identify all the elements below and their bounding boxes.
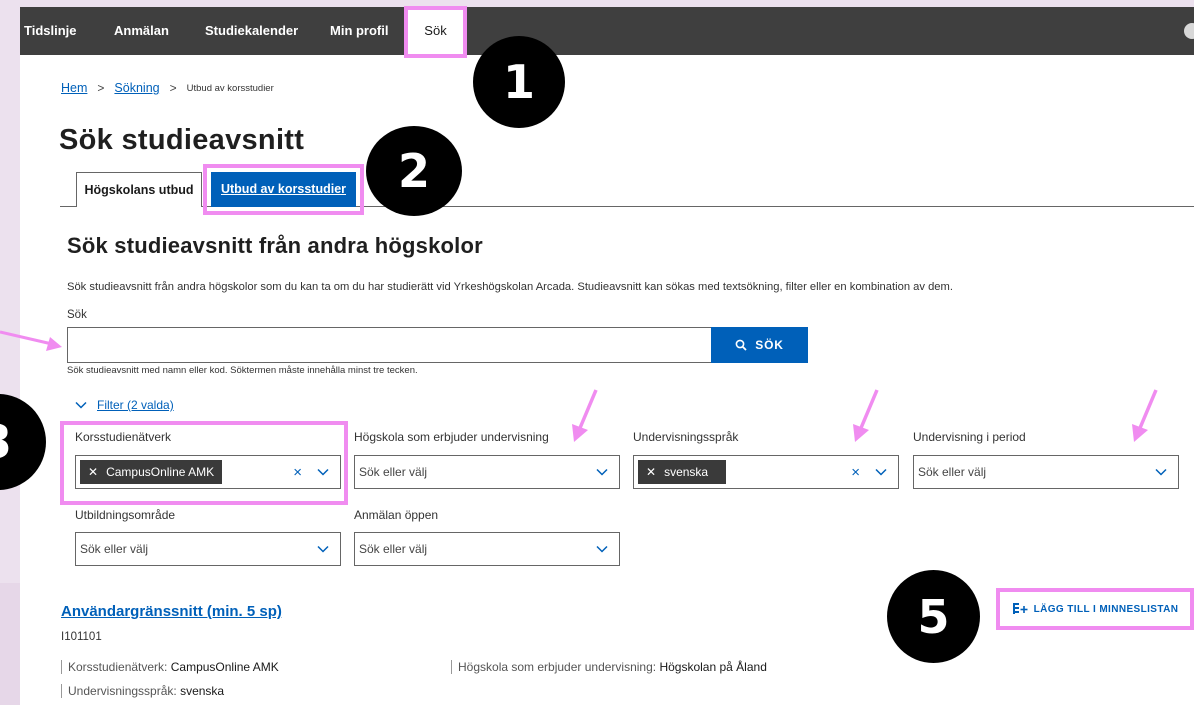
- annotation-badge-1: 1: [473, 36, 565, 128]
- meta-network-value: CampusOnline AMK: [170, 660, 279, 674]
- annotation-badge-5: 5: [887, 570, 980, 663]
- page-title: Sök studieavsnitt: [59, 124, 305, 156]
- meta-network-key: Korsstudienätverk:: [68, 660, 168, 674]
- breadcrumb-separator: >: [169, 81, 177, 95]
- period-label: Undervisning i period: [913, 430, 1026, 444]
- filter-toggle[interactable]: Filter (2 valda): [75, 398, 174, 412]
- nav-item-min-profil[interactable]: Min profil: [330, 7, 389, 55]
- chevron-down-icon[interactable]: [595, 542, 609, 556]
- breadcrumb-home-link[interactable]: Hem: [61, 81, 87, 95]
- nav-item-studiekalender[interactable]: Studiekalender: [205, 7, 298, 55]
- search-button-label: SÖK: [755, 338, 784, 352]
- add-to-list-button[interactable]: LÄGG TILL I MINNESLISTAN: [996, 588, 1194, 630]
- chevron-down-icon: [75, 401, 87, 409]
- annotation-badge-3: 3: [0, 394, 46, 490]
- breadcrumb-current: Utbud av korsstudier: [186, 82, 274, 94]
- tab-hogskolans-utbud[interactable]: Högskolans utbud: [76, 172, 202, 207]
- filter-toggle-label: Filter (2 valda): [97, 398, 174, 412]
- add-list-label: LÄGG TILL I MINNESLISTAN: [1033, 603, 1179, 615]
- highlight-box: [60, 421, 348, 505]
- nav-item-tidslinje[interactable]: Tidslinje: [24, 7, 77, 55]
- area-placeholder: Sök eller välj: [80, 542, 149, 556]
- nav-item-sok[interactable]: Sök: [404, 6, 467, 58]
- period-placeholder: Sök eller välj: [918, 465, 987, 479]
- language-select[interactable]: ✕ svenska ×: [633, 455, 899, 489]
- add-list-icon: [1012, 603, 1028, 614]
- search-hint: Sök studieavsnitt med namn eller kod. Sö…: [67, 365, 418, 376]
- intro-text: Sök studieavsnitt från andra högskolor s…: [67, 281, 953, 293]
- annotation-badge-2: 2: [366, 126, 462, 216]
- area-label: Utbildningsområde: [75, 508, 176, 522]
- meta-language-key: Undervisningsspråk:: [68, 684, 177, 698]
- open-placeholder: Sök eller välj: [359, 542, 428, 556]
- meta-network: Korsstudienätverk: CampusOnline AMK: [61, 660, 279, 674]
- area-select[interactable]: Sök eller välj: [75, 532, 341, 566]
- meta-language-value: svenska: [180, 684, 225, 698]
- avatar[interactable]: [1184, 23, 1194, 39]
- remove-icon[interactable]: ✕: [646, 465, 656, 479]
- arrow-icon: [0, 330, 62, 351]
- open-label: Anmälan öppen: [354, 508, 439, 522]
- tab-utbud-av-korsstudier[interactable]: Utbud av korsstudier: [203, 164, 364, 215]
- arrow-icon: [853, 389, 879, 442]
- clear-icon[interactable]: ×: [851, 464, 860, 481]
- breadcrumb-separator: >: [97, 81, 105, 95]
- chip-label: svenska: [664, 465, 709, 479]
- section-title: Sök studieavsnitt från andra högskolor: [67, 233, 483, 258]
- nav-item-anmalan[interactable]: Anmälan: [114, 7, 169, 55]
- meta-school-key: Högskola som erbjuder undervisning:: [458, 660, 657, 674]
- arrow-icon: [1132, 389, 1158, 442]
- meta-school-value: Högskolan på Åland: [659, 660, 767, 674]
- arrow-icon: [572, 389, 598, 442]
- chevron-down-icon[interactable]: [874, 465, 888, 479]
- result-title-link[interactable]: Användargränssnitt (min. 5 sp): [61, 603, 282, 620]
- background-margin: [0, 583, 20, 705]
- search-input[interactable]: [67, 327, 712, 363]
- period-select[interactable]: Sök eller välj: [913, 455, 1179, 489]
- school-select[interactable]: Sök eller välj: [354, 455, 620, 489]
- chevron-down-icon[interactable]: [316, 542, 330, 556]
- breadcrumb-search-link[interactable]: Sökning: [114, 81, 159, 95]
- top-navigation: Tidslinje Anmälan Studiekalender Min pro…: [20, 6, 1194, 58]
- chevron-down-icon[interactable]: [1154, 465, 1168, 479]
- school-placeholder: Sök eller välj: [359, 465, 428, 479]
- meta-school: Högskola som erbjuder undervisning: Högs…: [451, 660, 767, 674]
- background-strip: [0, 0, 1194, 7]
- open-select[interactable]: Sök eller välj: [354, 532, 620, 566]
- search-icon: [735, 339, 747, 351]
- chevron-down-icon[interactable]: [595, 465, 609, 479]
- breadcrumb: Hem > Sökning > Utbud av korsstudier: [61, 81, 274, 95]
- school-label: Högskola som erbjuder undervisning: [354, 430, 549, 444]
- selected-chip[interactable]: ✕ svenska: [638, 460, 726, 484]
- meta-language: Undervisningsspråk: svenska: [61, 684, 224, 698]
- search-button[interactable]: SÖK: [711, 327, 808, 363]
- language-label: Undervisningsspråk: [633, 430, 739, 444]
- result-code: I101101: [61, 631, 102, 643]
